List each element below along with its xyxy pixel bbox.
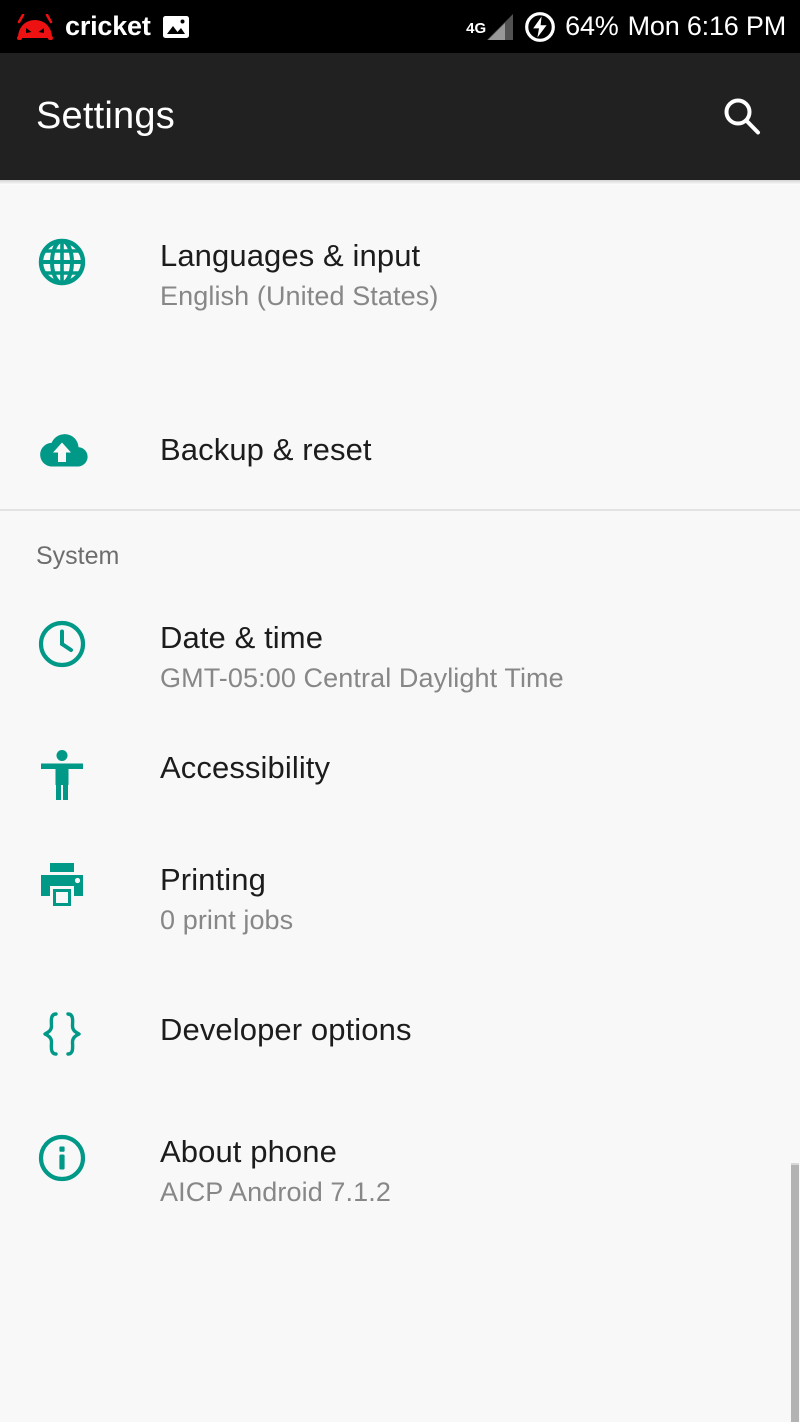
list-item-summary: GMT-05:00 Central Daylight Time: [160, 663, 564, 693]
page-title: Settings: [36, 95, 175, 137]
list-item-title: Backup & reset: [160, 432, 372, 467]
info-circle-icon: [36, 1133, 88, 1183]
battery-charging-icon: [524, 11, 556, 43]
printer-icon: [36, 861, 88, 909]
network-type-label: 4G: [466, 19, 487, 37]
list-item-backup-reset[interactable]: Backup & reset: [0, 413, 800, 509]
list-item-text: Backup & reset: [160, 431, 372, 469]
android-head-icon: [16, 13, 54, 40]
list-item-accessibility[interactable]: Accessibility: [0, 729, 800, 849]
list-item-languages-input[interactable]: Languages & input English (United States…: [0, 185, 800, 333]
clock-icon: [36, 619, 88, 669]
app-bar: Settings: [0, 53, 800, 180]
curly-braces-icon: [36, 1011, 88, 1057]
list-item-printing[interactable]: Printing 0 print jobs: [0, 849, 800, 989]
signal-bars-icon: 4G: [466, 12, 515, 42]
list-item-text: Date & time GMT-05:00 Central Daylight T…: [160, 619, 564, 695]
battery-percent-label: 64%: [565, 11, 619, 41]
list-item-title: Printing: [160, 862, 266, 897]
list-item-text: Printing 0 print jobs: [160, 861, 293, 937]
search-button[interactable]: [712, 87, 772, 147]
status-bar-left: cricket: [16, 13, 190, 41]
list-item-summary: AICP Android 7.1.2: [160, 1177, 391, 1207]
settings-list[interactable]: Languages & input English (United States…: [0, 185, 800, 1422]
cloud-upload-icon: [36, 431, 88, 471]
status-clock-label: Mon 6:16 PM: [627, 11, 787, 41]
list-item-summary: English (United States): [160, 281, 439, 311]
carrier-label: cricket: [65, 11, 151, 41]
list-item-title: Languages & input: [160, 238, 421, 273]
image-icon: [162, 13, 190, 41]
list-item-title: About phone: [160, 1134, 337, 1169]
list-item-title: Accessibility: [160, 750, 331, 785]
list-item-text: About phone AICP Android 7.1.2: [160, 1133, 391, 1209]
status-bar[interactable]: cricket 4G 64% Mon 6:16 PM: [0, 0, 800, 53]
scrollbar-thumb[interactable]: [791, 1163, 799, 1422]
list-item-title: Developer options: [160, 1012, 412, 1047]
search-icon: [718, 93, 766, 141]
globe-icon: [36, 237, 88, 287]
accessibility-icon: [36, 749, 88, 801]
list-item-developer-options[interactable]: Developer options: [0, 989, 800, 1117]
list-item-about-phone[interactable]: About phone AICP Android 7.1.2: [0, 1117, 800, 1237]
list-item-summary: 0 print jobs: [160, 905, 294, 935]
list-item-title: Date & time: [160, 620, 324, 655]
list-item-date-time[interactable]: Date & time GMT-05:00 Central Daylight T…: [0, 601, 800, 729]
status-bar-right: 4G 64% Mon 6:16 PM: [466, 11, 786, 43]
scrollbar-track[interactable]: [791, 185, 800, 1422]
list-item-text: Languages & input English (United States…: [160, 237, 438, 313]
section-header-system: System: [36, 541, 120, 570]
list-item-text: Developer options: [160, 1011, 412, 1049]
list-item-text: Accessibility: [160, 749, 330, 787]
